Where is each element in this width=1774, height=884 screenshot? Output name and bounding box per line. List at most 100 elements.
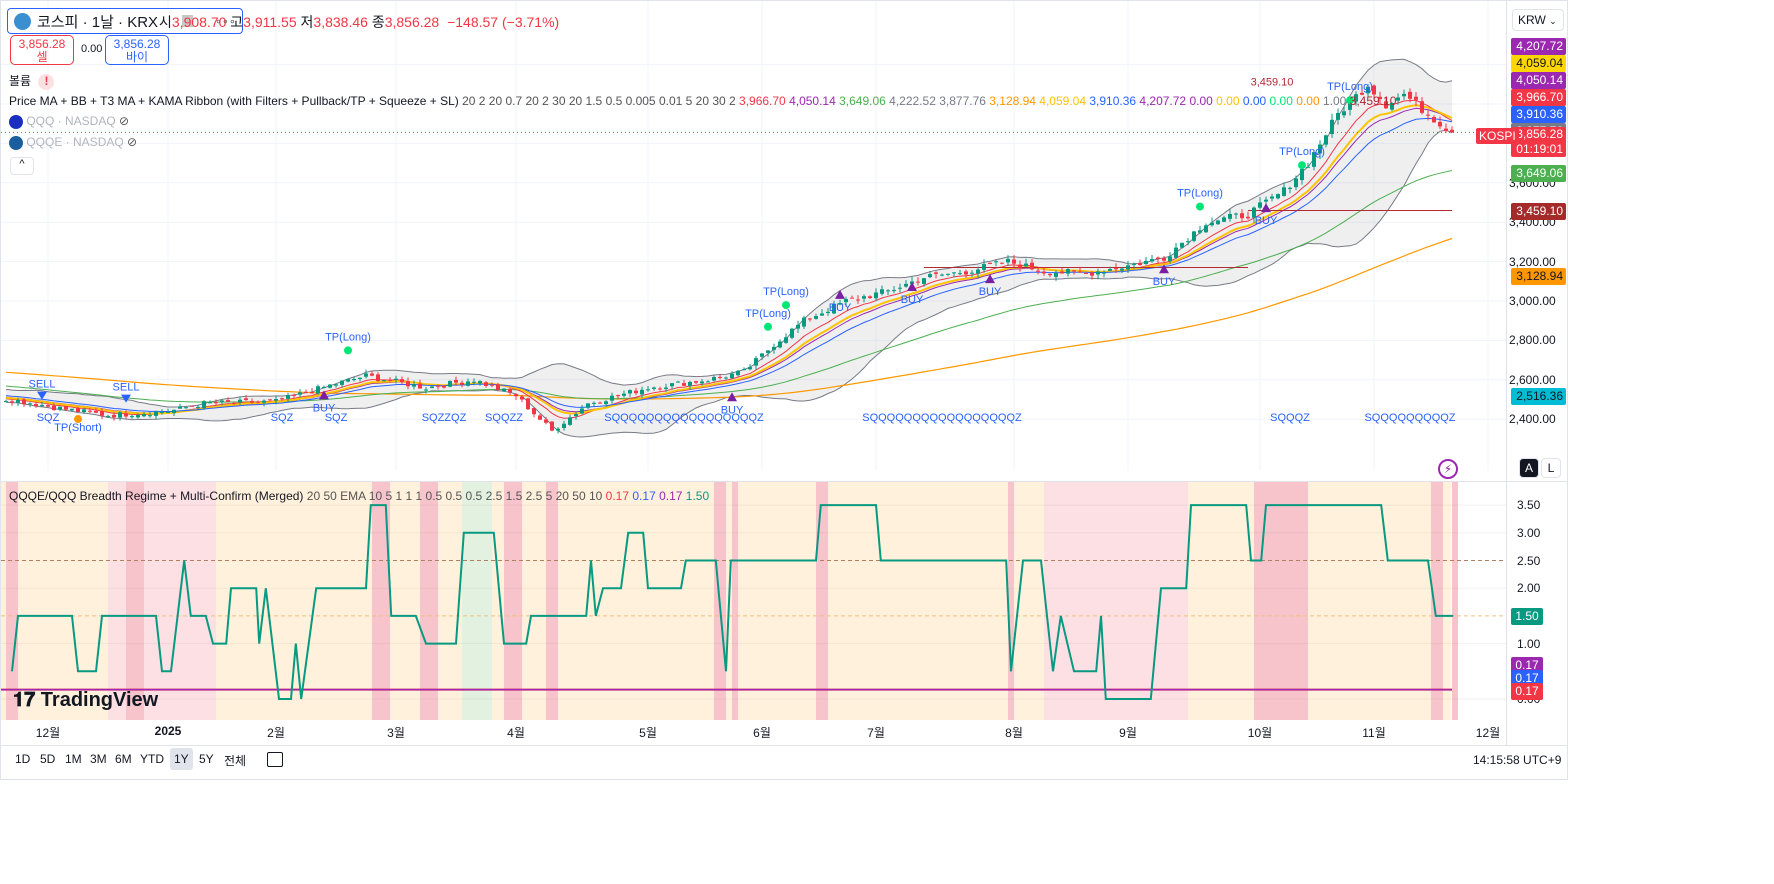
- candle-body: [1216, 220, 1220, 225]
- candle-body: [688, 381, 692, 386]
- candle-body: [634, 390, 638, 394]
- candle-body: [166, 412, 170, 414]
- candle-body: [724, 377, 728, 379]
- ohlc-readout: 시3,908.70 고3,911.55 저3,838.46 종3,856.28 …: [159, 12, 559, 32]
- candle-body: [766, 350, 770, 353]
- price-label: 3,128.94: [1511, 267, 1566, 285]
- range-ytd[interactable]: YTD: [136, 748, 168, 770]
- range-1m[interactable]: 1M: [61, 748, 86, 770]
- price-pane[interactable]: SELL SELLBUY BUYBUYBUYBUYBUYBUYTP(Long)TP(…: [1, 1, 1506, 471]
- log-scale-button[interactable]: L: [1541, 458, 1561, 478]
- candle-body: [520, 396, 524, 400]
- candle-body: [694, 381, 698, 383]
- candle-body: [1258, 202, 1262, 208]
- candle-body: [970, 272, 974, 274]
- range-5y[interactable]: 5Y: [195, 748, 218, 770]
- candle-body: [568, 417, 572, 425]
- indicator-value: 1.00: [1319, 94, 1347, 108]
- candle-body: [214, 402, 218, 404]
- eye-hidden-icon[interactable]: ⊘: [119, 114, 129, 128]
- oscillator-pane[interactable]: [1, 482, 1506, 720]
- tp-long-dot-icon: [782, 301, 790, 310]
- qqq-logo-icon: [9, 114, 23, 129]
- signal-label: SQZ: [271, 412, 294, 424]
- candle-body: [586, 403, 590, 408]
- candle-body: [1108, 269, 1112, 271]
- lightning-icon[interactable]: ⚡: [1438, 459, 1458, 479]
- candle-body: [796, 324, 800, 329]
- signal-label: TP(Short): [54, 422, 102, 434]
- candle-body: [358, 377, 362, 379]
- candle-body: [382, 380, 386, 382]
- candle-body: [250, 400, 254, 403]
- candle-body: [190, 405, 194, 407]
- candle-body: [88, 410, 92, 412]
- indicator-title: Price MA + BB + T3 MA + KAMA Ribbon (wit…: [9, 94, 459, 108]
- eye-hidden-icon[interactable]: ⊘: [127, 135, 137, 149]
- regime-band: [1044, 482, 1188, 720]
- candle-body: [316, 386, 320, 394]
- candle-body: [958, 273, 962, 275]
- warning-icon[interactable]: !: [38, 74, 55, 90]
- candle-body: [1294, 178, 1298, 188]
- symbol-title: 코스피 · 1날 · KRX: [37, 13, 159, 31]
- price-label: 3,910.36: [1511, 106, 1566, 123]
- indicator-legend[interactable]: Price MA + BB + T3 MA + KAMA Ribbon (wit…: [9, 94, 1396, 108]
- candle-body: [886, 290, 890, 292]
- open-label: 시: [159, 14, 172, 30]
- candle-body: [952, 272, 956, 274]
- oscillator-label: 1.50: [1511, 607, 1543, 625]
- tp-long-dot-icon: [1196, 202, 1204, 211]
- candle-body: [1138, 263, 1142, 266]
- oscillator-legend[interactable]: QQQE/QQQ Breadth Regime + Multi-Confirm …: [9, 489, 709, 503]
- clock-readout[interactable]: 14:15:58 UTC+9: [1473, 753, 1561, 767]
- candle-body: [292, 394, 296, 396]
- candle-body: [934, 272, 938, 274]
- candle-body: [1042, 271, 1046, 274]
- candle-body: [196, 406, 200, 408]
- range-1d[interactable]: 1D: [11, 748, 34, 770]
- buy-button[interactable]: 3,856.28 바이: [105, 35, 169, 65]
- range-5d[interactable]: 5D: [36, 748, 59, 770]
- volume-legend[interactable]: 볼륨 !: [9, 72, 55, 90]
- indicator-value: 4,059.04: [1035, 94, 1087, 108]
- candle-body: [256, 401, 260, 403]
- candle-body: [1168, 256, 1172, 262]
- currency-selector[interactable]: KRW ⌄: [1512, 9, 1564, 31]
- qqqe-legend[interactable]: QQQE · NASDAQ ⊘: [9, 135, 137, 150]
- candle-body: [388, 379, 392, 381]
- signal-label: SELL: [29, 379, 56, 391]
- collapse-legend-button[interactable]: ^: [10, 157, 34, 175]
- open-value: 3,908.70: [171, 14, 227, 30]
- candle-body: [40, 405, 44, 407]
- range-6m[interactable]: 6M: [111, 748, 136, 770]
- candle-body: [754, 358, 758, 366]
- candle-body: [700, 381, 704, 384]
- time-tick: 3월: [387, 726, 405, 740]
- sell-button[interactable]: 3,856.28 셀: [10, 35, 74, 65]
- bar-countdown: 01:19:01: [1516, 142, 1563, 156]
- candle-body: [820, 313, 824, 316]
- candle-body: [712, 377, 716, 381]
- candle-body: [1438, 121, 1442, 127]
- candle-body: [1396, 97, 1400, 101]
- calendar-range-icon[interactable]: [267, 752, 283, 767]
- signal-label: SQQQQQQQQQZ: [1364, 412, 1455, 424]
- candle-body: [1180, 242, 1184, 248]
- candle-body: [1246, 216, 1250, 219]
- candle-body: [784, 337, 788, 343]
- candle-body: [310, 392, 314, 394]
- candle-body: [556, 428, 560, 431]
- range-1y[interactable]: 1Y: [170, 748, 193, 770]
- candle-body: [1420, 101, 1424, 113]
- candle-body: [544, 419, 548, 423]
- regime-band: [546, 482, 558, 720]
- candle-body: [328, 384, 332, 388]
- qqq-legend[interactable]: QQQ · NASDAQ ⊘: [9, 114, 129, 129]
- candle-body: [1276, 194, 1280, 199]
- auto-scale-button[interactable]: A: [1519, 458, 1539, 478]
- range-전체[interactable]: 전체: [220, 748, 250, 773]
- candle-body: [1222, 217, 1226, 222]
- time-tick: 7월: [867, 726, 885, 740]
- range-3m[interactable]: 3M: [86, 748, 111, 770]
